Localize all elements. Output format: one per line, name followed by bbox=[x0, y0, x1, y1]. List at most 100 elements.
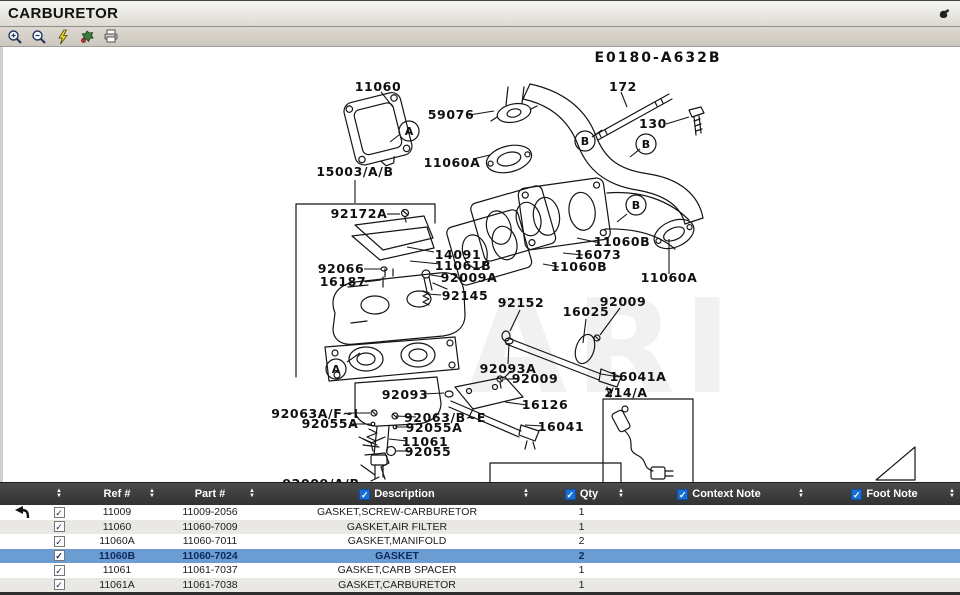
table-row[interactable]: ✓1106011060-7009GASKET,AIR FILTER1 bbox=[0, 520, 960, 535]
context-note-cell bbox=[629, 549, 809, 564]
part-label[interactable]: 130 bbox=[639, 116, 667, 131]
column-checkbox-context[interactable]: ✓ bbox=[677, 489, 688, 500]
row-checkbox-cell[interactable]: ✓ bbox=[44, 563, 74, 578]
part-label[interactable]: 16041 bbox=[538, 419, 585, 434]
column-header-select[interactable]: ▲▼ bbox=[44, 483, 74, 505]
table-row[interactable]: ✓11060A11060-7011GASKET,MANIFOLD2 bbox=[0, 534, 960, 549]
carburetor-exploded-diagram: ARI bbox=[3, 47, 960, 482]
foot-note-cell bbox=[809, 549, 960, 564]
part-label[interactable]: 15003/A/B bbox=[316, 164, 393, 179]
qty-cell: 1 bbox=[534, 578, 629, 593]
part-label[interactable]: 92145 bbox=[442, 288, 489, 303]
row-action-cell bbox=[0, 520, 44, 535]
part-cell: 11060-7024 bbox=[160, 549, 260, 564]
table-row[interactable]: ✓1106111061-7037GASKET,CARB SPACER1 bbox=[0, 563, 960, 578]
column-label: Foot Note bbox=[866, 488, 917, 500]
row-checkbox[interactable]: ✓ bbox=[54, 579, 65, 590]
sort-icon[interactable]: ▲▼ bbox=[618, 489, 624, 499]
column-label: Ref # bbox=[104, 488, 131, 500]
column-checkbox-description[interactable]: ✓ bbox=[359, 489, 370, 500]
markup-icon[interactable] bbox=[78, 29, 95, 45]
callout-letter: A bbox=[332, 363, 341, 376]
row-checkbox[interactable]: ✓ bbox=[54, 565, 65, 576]
qty-cell: 1 bbox=[534, 505, 629, 520]
callout-letter: B bbox=[632, 199, 640, 212]
part-label[interactable]: 172 bbox=[609, 79, 637, 94]
part-label[interactable]: 59076 bbox=[428, 107, 475, 122]
sort-icon[interactable]: ▲▼ bbox=[523, 489, 529, 499]
column-header-qty[interactable]: ✓Qty▲▼ bbox=[534, 483, 629, 505]
description-cell: GASKET,CARBURETOR bbox=[260, 578, 534, 593]
column-label: Description bbox=[374, 488, 435, 500]
context-note-cell bbox=[629, 563, 809, 578]
ref-cell: 11060 bbox=[74, 520, 160, 535]
context-note-cell bbox=[629, 578, 809, 593]
sort-icon[interactable]: ▲▼ bbox=[249, 489, 255, 499]
column-header-foot[interactable]: ✓ Foot Note ▲▼ bbox=[809, 483, 960, 505]
ref-cell: 11060A bbox=[74, 534, 160, 549]
column-checkbox-qty[interactable]: ✓ bbox=[565, 489, 576, 500]
qty-cell: 1 bbox=[534, 520, 629, 535]
part-label[interactable]: 92009 bbox=[600, 294, 647, 309]
part-label[interactable]: 92152 bbox=[498, 295, 545, 310]
foot-note-cell bbox=[809, 534, 960, 549]
part-label[interactable]: 92055A bbox=[302, 416, 359, 431]
qty-cell: 2 bbox=[534, 534, 629, 549]
column-checkbox-foot[interactable]: ✓ bbox=[851, 489, 862, 500]
print-icon[interactable] bbox=[102, 29, 119, 45]
part-label[interactable]: 16041A bbox=[610, 369, 667, 384]
part-label[interactable]: 16187 bbox=[320, 274, 367, 289]
zoom-out-icon[interactable] bbox=[30, 29, 47, 45]
part-label[interactable]: 214/A bbox=[604, 385, 647, 400]
table-row[interactable]: ✓11061A11061-7038GASKET,CARBURETOR1 bbox=[0, 578, 960, 593]
context-note-cell bbox=[629, 534, 809, 549]
part-label[interactable]: 92009 bbox=[512, 371, 559, 386]
part-cell: 11061-7038 bbox=[160, 578, 260, 593]
column-header-part[interactable]: Part # ▲▼ bbox=[160, 483, 260, 505]
back-arrow-icon[interactable] bbox=[14, 505, 30, 519]
row-checkbox-cell[interactable]: ✓ bbox=[44, 578, 74, 593]
part-label[interactable]: 92055 bbox=[405, 444, 452, 459]
sort-icon[interactable]: ▲▼ bbox=[949, 489, 955, 499]
flash-icon[interactable] bbox=[54, 29, 71, 45]
part-label[interactable]: 11060A bbox=[641, 270, 698, 285]
sort-icon[interactable]: ▲▼ bbox=[149, 489, 155, 499]
part-label[interactable]: 92009A bbox=[441, 270, 498, 285]
part-label[interactable]: 92055A bbox=[406, 420, 463, 435]
zoom-in-icon[interactable] bbox=[6, 29, 23, 45]
column-label: Part # bbox=[195, 488, 226, 500]
row-checkbox-cell[interactable]: ✓ bbox=[44, 549, 74, 564]
row-checkbox[interactable]: ✓ bbox=[54, 521, 65, 532]
row-checkbox[interactable]: ✓ bbox=[54, 550, 65, 561]
row-checkbox-cell[interactable]: ✓ bbox=[44, 534, 74, 549]
part-label[interactable]: 11060A bbox=[424, 155, 481, 170]
part-cell: 11009-2056 bbox=[160, 505, 260, 520]
qty-cell: 2 bbox=[534, 549, 629, 564]
column-header-description[interactable]: ✓ Description ▲▼ bbox=[260, 483, 534, 505]
row-action-cell[interactable] bbox=[0, 505, 44, 520]
table-row[interactable]: ✓11060B11060-7024GASKET2 bbox=[0, 549, 960, 564]
description-cell: GASKET,AIR FILTER bbox=[260, 520, 534, 535]
parts-catalog-window: CARBURETOR E0180-A632B ARI bbox=[0, 0, 960, 595]
table-row[interactable]: ✓1100911009-2056GASKET,SCREW-CARBURETOR1 bbox=[0, 505, 960, 520]
part-label[interactable]: 92093 bbox=[382, 387, 429, 402]
hand-icon[interactable] bbox=[935, 6, 952, 22]
column-header-context[interactable]: ✓ Context Note ▲▼ bbox=[629, 483, 809, 505]
foot-note-cell bbox=[809, 578, 960, 593]
part-label[interactable]: 16126 bbox=[522, 397, 569, 412]
row-action-cell bbox=[0, 549, 44, 564]
row-checkbox-cell[interactable]: ✓ bbox=[44, 505, 74, 520]
toolbar bbox=[0, 27, 960, 47]
sort-icon[interactable]: ▲▼ bbox=[56, 489, 62, 499]
column-header-ref[interactable]: Ref # ▲▼ bbox=[74, 483, 160, 505]
foot-note-cell bbox=[809, 505, 960, 520]
column-label: Context Note bbox=[692, 488, 760, 500]
description-cell: GASKET,CARB SPACER bbox=[260, 563, 534, 578]
part-label[interactable]: 92172A bbox=[331, 206, 388, 221]
part-label[interactable]: 11060 bbox=[355, 79, 402, 94]
row-checkbox[interactable]: ✓ bbox=[54, 536, 65, 547]
row-checkbox-cell[interactable]: ✓ bbox=[44, 520, 74, 535]
sort-icon[interactable]: ▲▼ bbox=[798, 489, 804, 499]
row-checkbox[interactable]: ✓ bbox=[54, 507, 65, 518]
part-label[interactable]: 11060B bbox=[551, 259, 608, 274]
